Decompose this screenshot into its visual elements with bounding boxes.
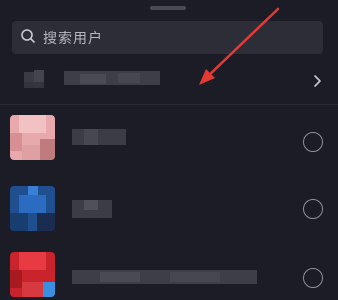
select-radio[interactable] — [303, 132, 323, 152]
select-radio[interactable] — [303, 268, 323, 288]
search-bar[interactable]: 搜索用户 — [12, 21, 323, 54]
drag-handle[interactable] — [150, 6, 186, 10]
divider — [0, 104, 338, 105]
contact-row[interactable] — [0, 252, 338, 300]
select-radio[interactable] — [303, 199, 323, 219]
avatar — [10, 186, 55, 231]
contact-row[interactable] — [0, 115, 338, 175]
share-sheet: 搜索用户 — [0, 0, 338, 300]
chevron-right-icon[interactable] — [312, 74, 322, 88]
search-placeholder: 搜索用户 — [43, 30, 103, 47]
search-icon — [20, 28, 36, 48]
contact-name — [72, 129, 126, 145]
recent-item-row[interactable] — [0, 62, 338, 102]
avatar — [10, 252, 55, 297]
avatar — [10, 115, 55, 160]
contact-row[interactable] — [0, 186, 338, 246]
